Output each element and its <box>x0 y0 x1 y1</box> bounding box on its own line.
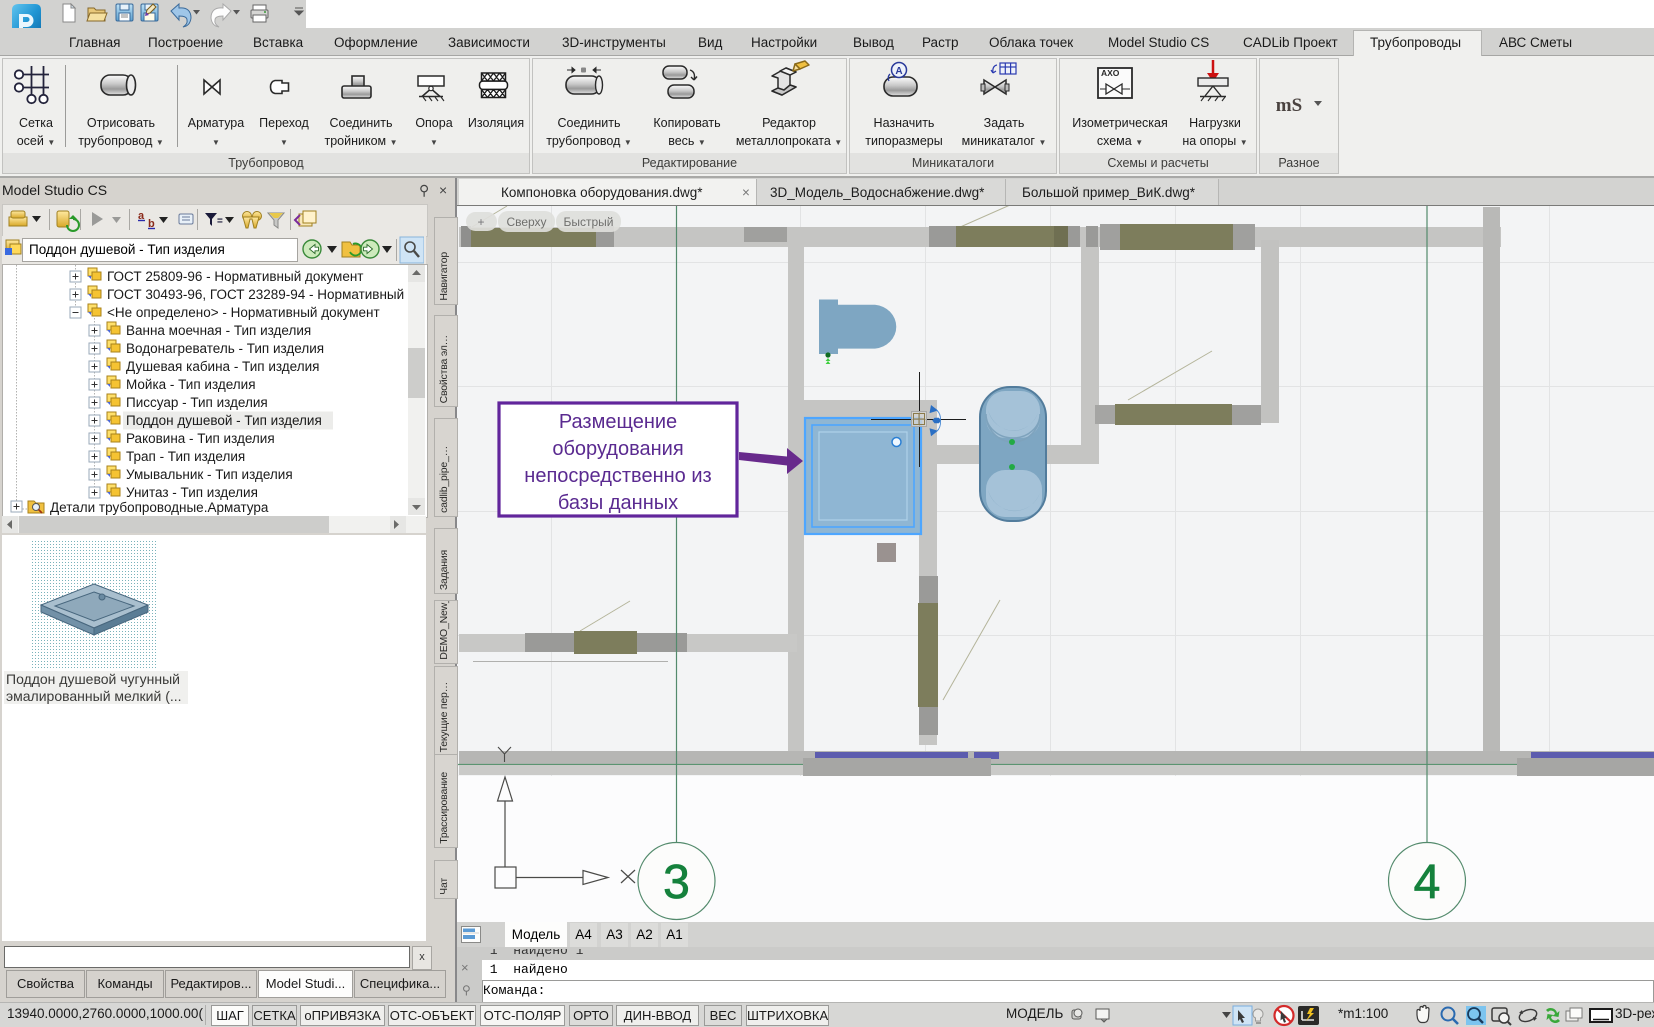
svg-text:Мойка - Тип изделия: Мойка - Тип изделия <box>126 377 256 392</box>
svg-text:+: + <box>477 215 484 229</box>
svg-text:A: A <box>895 66 902 77</box>
svg-text:Водонагреватель - Тип изделия: Водонагреватель - Тип изделия <box>126 341 324 356</box>
svg-text:Поддон душевой - Тип изделия: Поддон душевой - Тип изделия <box>126 413 322 428</box>
svg-text:ГОСТ 25809-96 - Нормативный до: ГОСТ 25809-96 - Нормативный документ <box>107 269 363 284</box>
svg-text:Сверху: Сверху <box>506 215 546 229</box>
svg-text:4: 4 <box>1414 856 1441 909</box>
svg-text:Раковина - Тип изделия: Раковина - Тип изделия <box>126 431 275 446</box>
svg-text:Умывальник - Тип изделия: Умывальник - Тип изделия <box>126 467 293 482</box>
svg-text:Унитаз - Тип изделия: Унитаз - Тип изделия <box>126 485 258 500</box>
svg-text:AXO: AXO <box>1101 68 1120 78</box>
svg-text:<Не определено> - Нормативный: <Не определено> - Нормативный документ <box>107 305 380 320</box>
svg-text:Детали трубопроводные.Арматура: Детали трубопроводные.Арматура <box>50 500 269 515</box>
svg-text:mS: mS <box>1276 95 1302 116</box>
svg-text:Ванна моечная - Тип изделия: Ванна моечная - Тип изделия <box>126 323 311 338</box>
svg-text:оборудования: оборудования <box>552 438 683 460</box>
svg-text:базы данных: базы данных <box>558 492 678 514</box>
svg-text:непосредственно из: непосредственно из <box>524 465 711 487</box>
svg-text:Писсуар - Тип изделия: Писсуар - Тип изделия <box>126 395 268 410</box>
svg-text:Душевая кабина - Тип изделия: Душевая кабина - Тип изделия <box>126 359 319 374</box>
svg-text:=: = <box>217 216 223 227</box>
svg-text:ГОСТ 30493-96, ГОСТ 23289-94 -: ГОСТ 30493-96, ГОСТ 23289-94 - Нормативн… <box>107 287 423 302</box>
svg-text:Размещение: Размещение <box>559 411 677 433</box>
svg-text:Быстрый: Быстрый <box>564 215 614 229</box>
svg-text:3: 3 <box>663 856 690 909</box>
svg-text:Трап - Тип изделия: Трап - Тип изделия <box>126 449 245 464</box>
